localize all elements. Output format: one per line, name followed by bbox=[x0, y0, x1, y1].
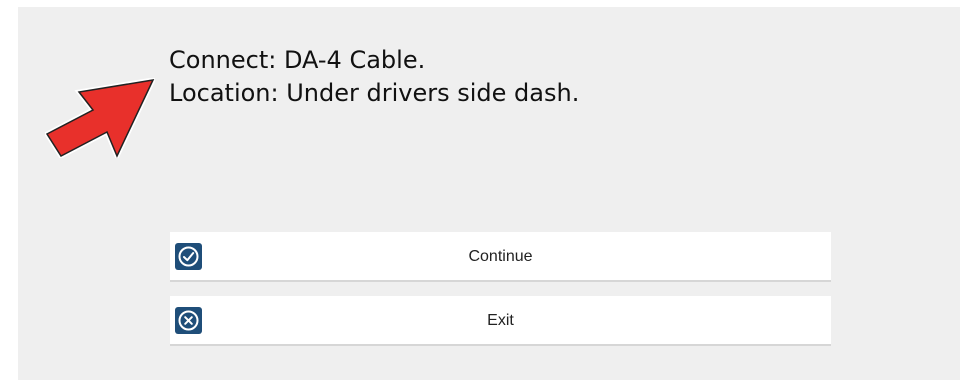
instruction-line-location: Location: Under drivers side dash. bbox=[169, 79, 580, 107]
instruction-text: Connect: DA-4 Cable. Location: Under dri… bbox=[169, 44, 579, 110]
instruction-line-connect: Connect: DA-4 Cable. bbox=[169, 46, 426, 74]
continue-label: Continue bbox=[468, 248, 533, 265]
exit-button[interactable]: Exit bbox=[170, 296, 831, 346]
continue-button[interactable]: Continue bbox=[170, 232, 831, 282]
arrow-icon bbox=[45, 78, 155, 158]
exit-label: Exit bbox=[487, 312, 514, 329]
